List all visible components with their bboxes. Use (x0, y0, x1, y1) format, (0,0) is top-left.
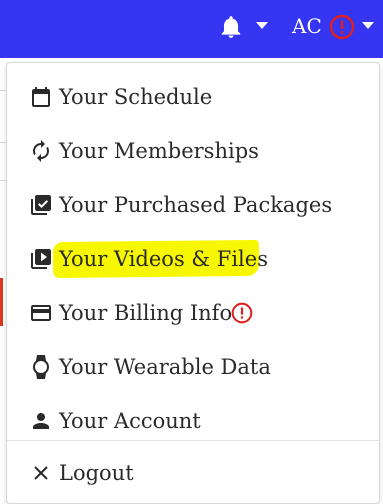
background-accent-bar (0, 278, 3, 326)
person-icon (33, 413, 49, 429)
menu-item-label: Your Purchased Packages (59, 193, 333, 217)
bell-icon[interactable] (218, 14, 244, 40)
user-initials[interactable]: AC (292, 13, 322, 39)
menu-item-label: Your Billing Info (59, 301, 233, 325)
alert-circle-icon (231, 302, 253, 324)
menu-item-logout[interactable]: Logout (7, 446, 379, 500)
menu-item-schedule[interactable]: Your Schedule (7, 70, 379, 124)
menu-item-label: Your Schedule (59, 85, 213, 109)
menu-item-label: Your Wearable Data (59, 355, 271, 379)
credit-card-icon (31, 305, 51, 321)
menu-item-label: Your Memberships (59, 139, 259, 163)
menu-item-label: Logout (59, 461, 134, 485)
menu-item-videos-files[interactable]: Your Videos & Files (7, 232, 379, 286)
chevron-down-icon[interactable] (362, 22, 374, 30)
refresh-icon (33, 140, 49, 162)
menu-item-billing-info[interactable]: Your Billing Info (7, 286, 379, 340)
menu-divider (7, 440, 379, 441)
menu-item-purchased-packages[interactable]: Your Purchased Packages (7, 178, 379, 232)
video-library-icon (31, 249, 51, 269)
watch-icon (33, 355, 49, 379)
calendar-icon (32, 87, 50, 107)
checked-boxes-icon (31, 195, 51, 215)
alert-circle-icon[interactable] (329, 14, 355, 40)
chevron-down-icon[interactable] (256, 22, 268, 30)
menu-item-wearable-data[interactable]: Your Wearable Data (7, 340, 379, 394)
menu-item-memberships[interactable]: Your Memberships (7, 124, 379, 178)
close-icon (34, 466, 48, 480)
menu-item-label: Your Account (59, 409, 201, 433)
top-navbar: AC (0, 0, 383, 58)
user-dropdown-menu: Your Schedule Your Memberships Your Purc… (6, 62, 380, 504)
menu-item-label: Your Videos & Files (59, 247, 268, 271)
